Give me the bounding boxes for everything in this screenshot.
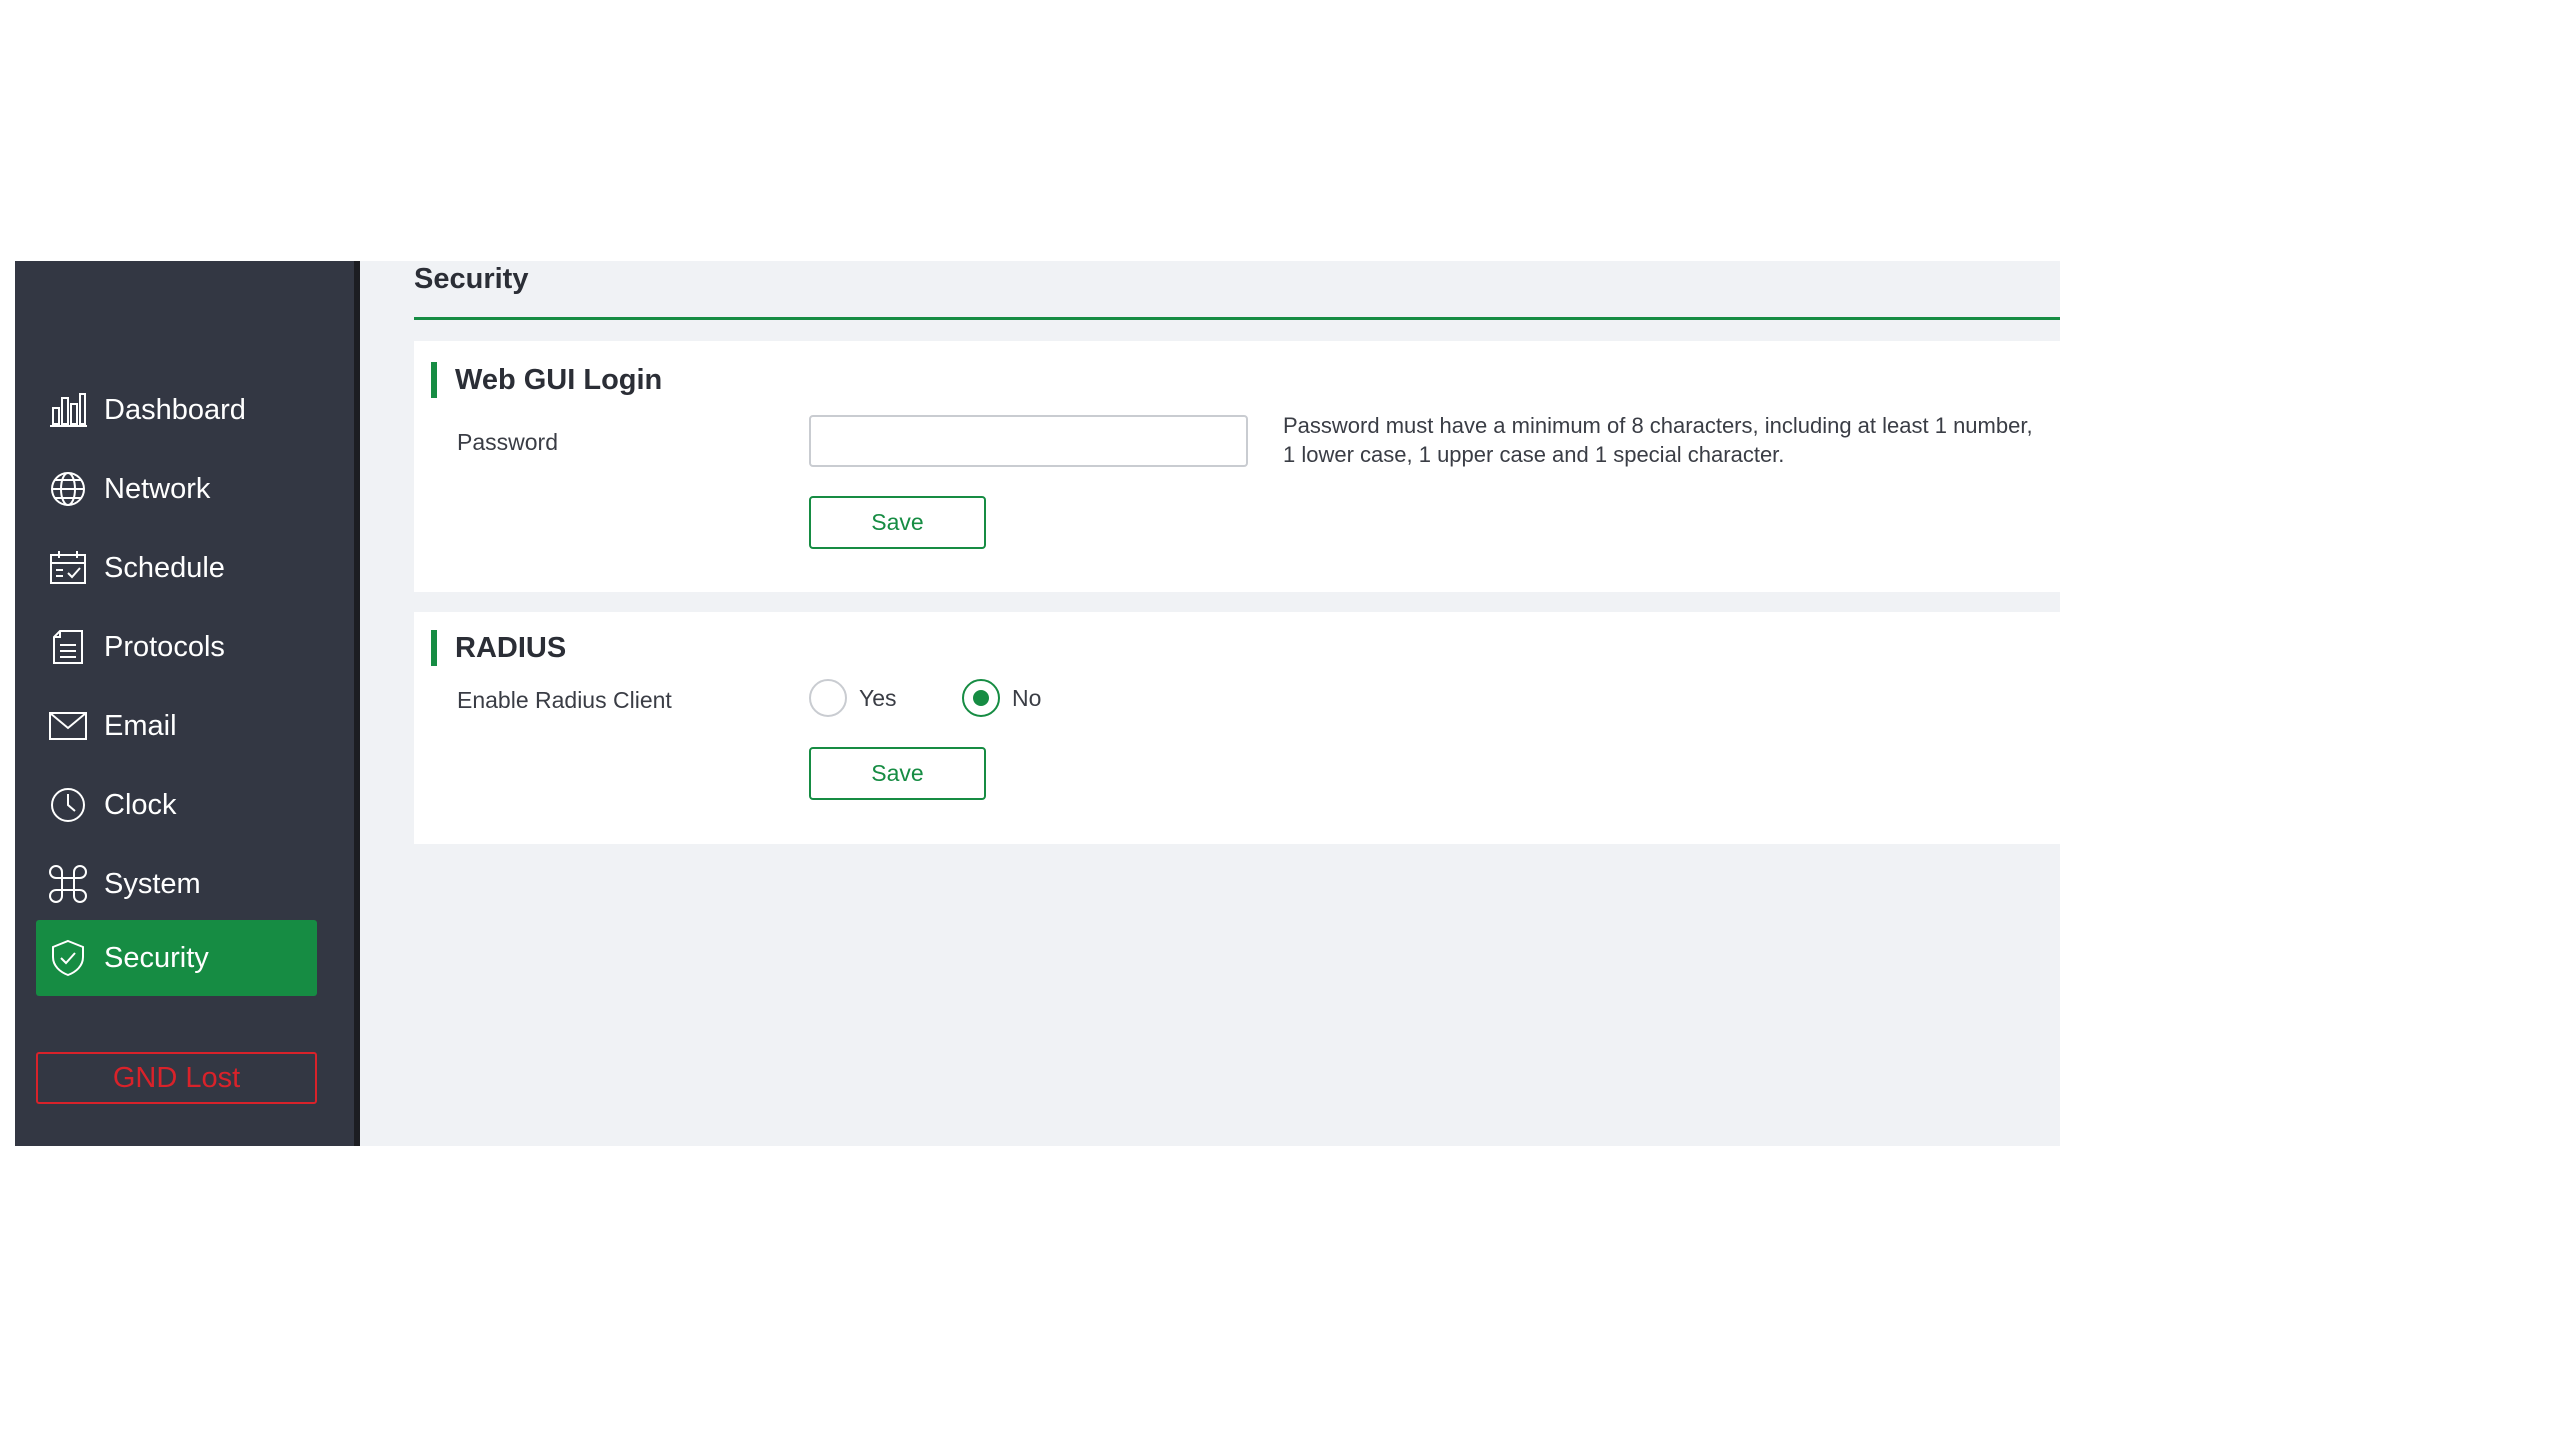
app-window: Dashboard Network Schedule Protocols Email Cl…: [15, 261, 2060, 1146]
radio-no-label: No: [1012, 684, 1042, 711]
enable-radius-client-label: Enable Radius Client: [457, 687, 672, 713]
sidebar-item-schedule[interactable]: Schedule: [36, 530, 317, 606]
globe-icon: [48, 469, 88, 509]
envelope-icon: [48, 706, 88, 746]
page-title: Security: [414, 263, 529, 295]
radius-card: RADIUS Enable Radius Client Yes No Save: [414, 612, 2060, 844]
document-icon: [48, 627, 88, 667]
sidebar-item-protocols[interactable]: Protocols: [36, 609, 317, 685]
sidebar-item-system[interactable]: System: [36, 846, 317, 922]
sidebar-item-label: Protocols: [104, 630, 225, 663]
command-icon: [48, 864, 88, 904]
radio-yes-label: Yes: [859, 684, 897, 711]
password-requirements-text: Password must have a minimum of 8 charac…: [1283, 413, 2033, 467]
radius-no-radio[interactable]: No: [962, 679, 1041, 717]
sidebar-item-label: Network: [104, 472, 211, 505]
sidebar-item-label: Schedule: [104, 551, 225, 584]
radius-yes-radio[interactable]: Yes: [809, 679, 897, 717]
shield-icon: [48, 938, 88, 978]
sidebar-item-email[interactable]: Email: [36, 688, 317, 764]
sidebar-item-label: Clock: [104, 788, 177, 821]
web-gui-login-title: Web GUI Login: [431, 362, 662, 398]
sidebar-item-network[interactable]: Network: [36, 451, 317, 527]
sidebar-item-label: Email: [104, 709, 177, 742]
calendar-icon: [48, 548, 88, 588]
password-label: Password: [457, 429, 558, 455]
web-gui-login-card: Web GUI Login Password Password must hav…: [414, 341, 2060, 592]
sidebar-divider: [354, 261, 360, 1146]
sidebar-item-security[interactable]: Security: [36, 920, 317, 996]
main-content: Security Web GUI Login Password Password…: [414, 261, 2060, 1146]
radio-unchecked-icon: [809, 679, 847, 717]
password-input[interactable]: [809, 415, 1248, 467]
radio-checked-icon: [962, 679, 1000, 717]
sidebar: Dashboard Network Schedule Protocols Email Cl…: [15, 261, 354, 1146]
save-radius-button[interactable]: Save: [809, 747, 986, 800]
clock-icon: [48, 785, 88, 825]
bar-chart-icon: [48, 390, 88, 430]
title-divider: [414, 317, 2060, 320]
sidebar-item-label: System: [104, 867, 201, 900]
save-password-button[interactable]: Save: [809, 496, 986, 549]
sidebar-item-dashboard[interactable]: Dashboard: [36, 372, 317, 448]
gnd-lost-status-badge[interactable]: GND Lost: [36, 1052, 317, 1104]
radius-title: RADIUS: [431, 630, 566, 666]
sidebar-item-label: Dashboard: [104, 393, 246, 426]
sidebar-item-label: Security: [104, 941, 209, 974]
sidebar-item-clock[interactable]: Clock: [36, 767, 317, 843]
